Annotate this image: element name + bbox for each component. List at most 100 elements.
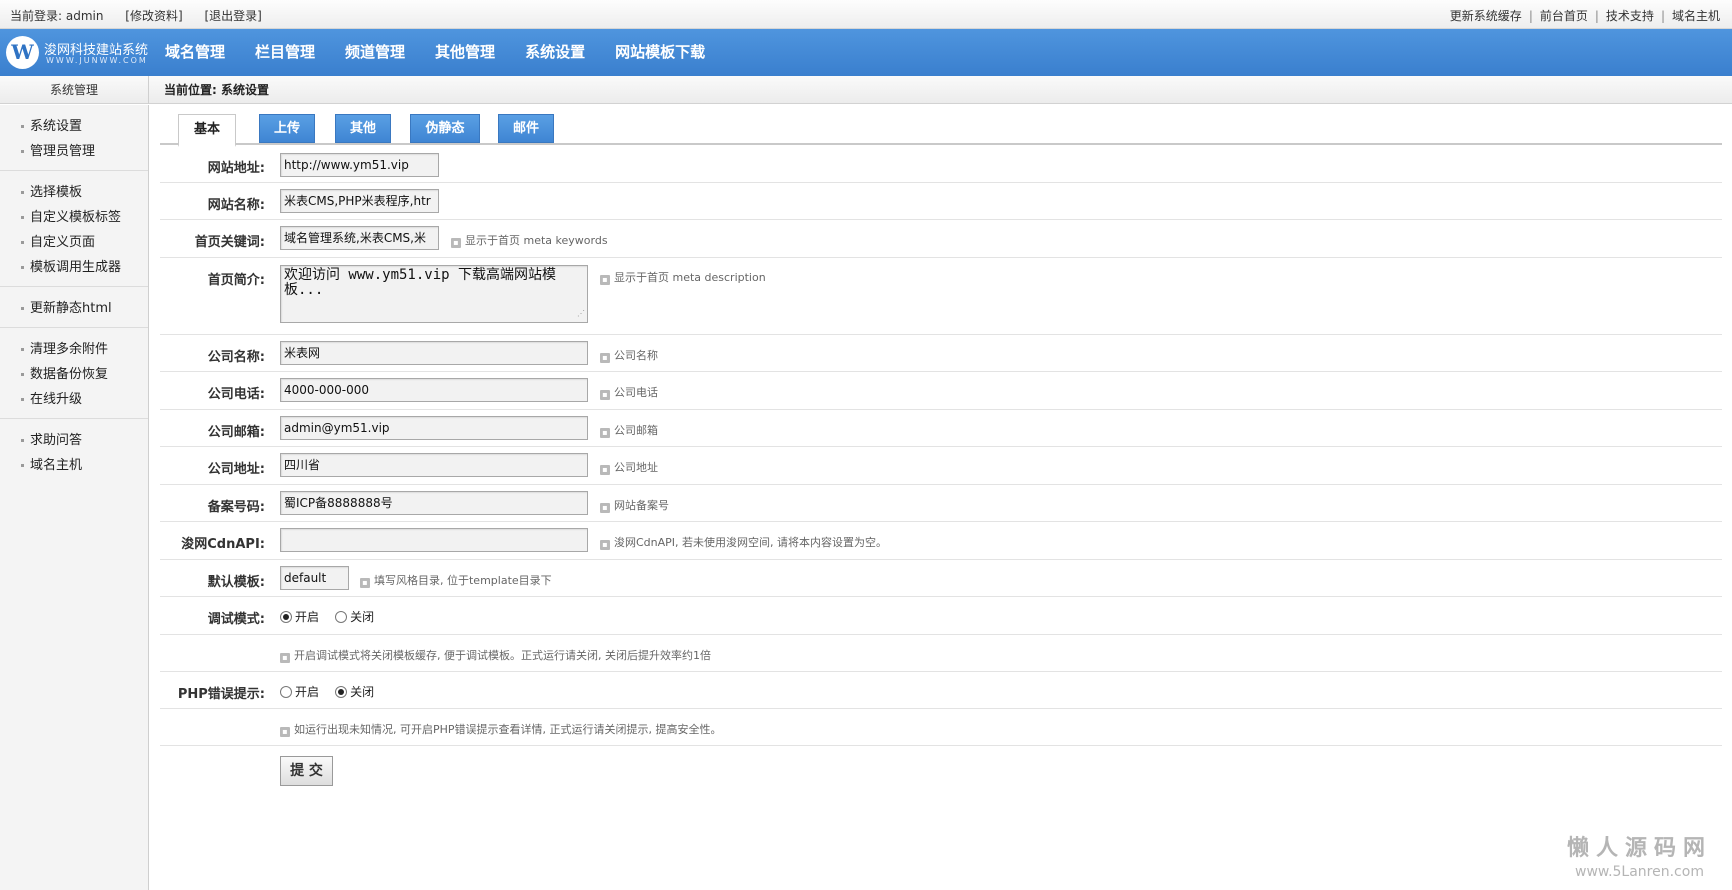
logo[interactable]: W 浚网科技建站系统 WWW.JUNWW.COM [6, 36, 148, 70]
nav-other-management[interactable]: 其他管理 [420, 29, 510, 76]
keywords-input[interactable]: 域名管理系统,米表CMS,米 [280, 226, 439, 250]
info-icon: ▪ [600, 503, 610, 513]
login-info: 当前登录: admin [修改资料] [退出登录] [10, 7, 280, 24]
template-hint: ▪ 填写风格目录, 位于template目录下 [360, 572, 552, 588]
form-row: 备案号码: 蜀ICP备8888888号 ▪ 网站备案号 [160, 485, 1722, 522]
update-cache-link[interactable]: 更新系统缓存 [1450, 9, 1522, 23]
form-row: 首页关键词: 域名管理系统,米表CMS,米 ▪ 显示于首页 meta keywor… [160, 220, 1722, 258]
domain-host-link[interactable]: 域名主机 [1672, 9, 1720, 23]
sidebar-item-label: 系统设置 [30, 119, 83, 134]
separator: | [1528, 9, 1533, 23]
cdn-api-input[interactable] [280, 528, 588, 552]
site-name-label: 网站名称: [207, 198, 265, 213]
separator: | [1660, 9, 1665, 23]
settings-tabs: 基本 上传 其他 伪静态 邮件 [160, 105, 1722, 147]
form-row: 默认模板: default ▪ 填写风格目录, 位于template目录下 [160, 560, 1722, 597]
sidebar-item-template-generator[interactable]: 模板调用生成器 [0, 255, 148, 280]
tab-upload[interactable]: 上传 [259, 114, 315, 143]
description-text: 欢迎访问 www.ym51.vip 下载高端网站模板... [284, 267, 557, 298]
bullet-icon [21, 216, 24, 219]
nav-channel-management[interactable]: 频道管理 [330, 29, 420, 76]
tab-pseudo-static[interactable]: 伪静态 [410, 114, 480, 143]
php-error-hint-text: 如运行出现未知情况, 可开启PHP错误提示查看详情, 正式运行请关闭提示, 提高… [294, 723, 722, 736]
logo-subtitle: WWW.JUNWW.COM [46, 56, 148, 65]
sidebar-item-admin-management[interactable]: 管理员管理 [0, 139, 148, 164]
tech-support-link[interactable]: 技术支持 [1606, 9, 1654, 23]
resize-grip-icon[interactable]: ⋰ [577, 306, 585, 321]
php-error-on-radio[interactable]: 开启 [280, 683, 319, 700]
bullet-icon [21, 266, 24, 269]
company-address-input[interactable]: 四川省 [280, 453, 588, 477]
top-links: 更新系统缓存 | 前台首页 | 技术支持 | 域名主机 [1450, 7, 1720, 24]
frontpage-link[interactable]: 前台首页 [1540, 9, 1588, 23]
sidebar-item-label: 自定义页面 [30, 235, 96, 250]
bullet-icon [21, 307, 24, 310]
sidebar-item-label: 数据备份恢复 [30, 367, 109, 382]
tab-basic[interactable]: 基本 [178, 114, 236, 147]
debug-mode-radios: 开启 关闭 [280, 608, 386, 627]
company-name-hint-text: 公司名称 [614, 349, 658, 362]
sub-bar: 系统管理 当前位置: 系统设置 [0, 76, 1732, 104]
logout-link[interactable]: [退出登录] [205, 9, 262, 23]
php-error-label: PHP错误提示: [177, 687, 265, 702]
company-email-hint-text: 公司邮箱 [614, 424, 658, 437]
sidebar-item-help-qa[interactable]: 求助问答 [0, 428, 148, 453]
radio-circle[interactable] [335, 610, 348, 623]
form-row: 公司名称: 米表网 ▪ 公司名称 [160, 335, 1722, 372]
watermark-url: www.5Lanren.com [1575, 864, 1704, 880]
company-address-hint: ▪ 公司地址 [600, 459, 658, 475]
info-icon: ▪ [600, 465, 610, 475]
info-icon: ▪ [600, 390, 610, 400]
tab-mail[interactable]: 邮件 [498, 114, 554, 143]
keywords-label: 首页关键词: [194, 235, 265, 250]
company-name-label: 公司名称: [207, 350, 265, 365]
sidebar-item-clean-attachments[interactable]: 清理多余附件 [0, 337, 148, 362]
php-error-off-radio[interactable]: 关闭 [335, 683, 374, 700]
radio-circle[interactable] [335, 685, 348, 698]
bullet-icon [21, 348, 24, 351]
debug-off-radio[interactable]: 关闭 [335, 608, 374, 625]
site-name-input[interactable]: 米表CMS,PHP米表程序,htr [280, 189, 439, 213]
company-email-input[interactable]: admin@ym51.vip [280, 416, 588, 440]
nav-domain-management[interactable]: 域名管理 [150, 29, 240, 76]
description-textarea[interactable]: 欢迎访问 www.ym51.vip 下载高端网站模板... ⋰ [280, 265, 588, 323]
template-input[interactable]: default [280, 566, 349, 590]
debug-hint-text: 开启调试模式将关闭模板缓存, 便于调试模板。正式运行请关闭, 关闭后提升效率约1… [294, 649, 711, 662]
keywords-hint-text: 显示于首页 meta keywords [465, 234, 608, 247]
template-hint-text: 填写风格目录, 位于template目录下 [374, 574, 552, 587]
edit-profile-link[interactable]: [修改资料] [125, 9, 182, 23]
watermark-title: 懒人源码网 [1566, 836, 1712, 861]
nav-system-settings[interactable]: 系统设置 [510, 29, 600, 76]
sidebar-item-custom-tags[interactable]: 自定义模板标签 [0, 205, 148, 230]
sidebar-item-select-template[interactable]: 选择模板 [0, 180, 148, 205]
bullet-icon [21, 191, 24, 194]
sidebar-item-domain-host[interactable]: 域名主机 [0, 453, 148, 478]
debug-on-radio[interactable]: 开启 [280, 608, 319, 625]
sidebar-item-system-settings[interactable]: 系统设置 [0, 114, 148, 139]
sidebar-group: 系统设置 管理员管理 [0, 105, 148, 171]
sidebar-item-custom-pages[interactable]: 自定义页面 [0, 230, 148, 255]
nav-column-management[interactable]: 栏目管理 [240, 29, 330, 76]
company-email-hint: ▪ 公司邮箱 [600, 422, 658, 438]
sidebar-item-label: 域名主机 [30, 458, 83, 473]
company-phone-hint: ▪ 公司电话 [600, 384, 658, 400]
icp-hint-text: 网站备案号 [614, 499, 669, 512]
submit-button[interactable]: 提 交 [280, 756, 333, 786]
sidebar-item-online-upgrade[interactable]: 在线升级 [0, 387, 148, 412]
site-url-input[interactable]: http://www.ym51.vip [280, 153, 439, 178]
icp-input[interactable]: 蜀ICP备8888888号 [280, 491, 588, 515]
company-phone-input[interactable]: 4000-000-000 [280, 378, 588, 402]
form-row: 首页简介: 欢迎访问 www.ym51.vip 下载高端网站模板... ⋰ ▪ 显示… [160, 258, 1722, 335]
info-icon: ▪ [451, 238, 461, 248]
sidebar-item-label: 清理多余附件 [30, 342, 109, 357]
sidebar-item-backup-restore[interactable]: 数据备份恢复 [0, 362, 148, 387]
radio-circle[interactable] [280, 685, 292, 698]
sidebar-item-update-static[interactable]: 更新静态html [0, 296, 148, 321]
tab-other[interactable]: 其他 [335, 114, 391, 143]
php-error-off-label: 关闭 [350, 685, 375, 699]
company-name-input[interactable]: 米表网 [280, 341, 588, 365]
header-nav-bar: W 浚网科技建站系统 WWW.JUNWW.COM 域名管理 栏目管理 频道管理 … [0, 29, 1732, 76]
radio-circle[interactable] [280, 610, 292, 623]
form-row: ▪ 如运行出现未知情况, 可开启PHP错误提示查看详情, 正式运行请关闭提示, 提… [160, 709, 1722, 746]
nav-template-download[interactable]: 网站模板下载 [600, 29, 720, 76]
